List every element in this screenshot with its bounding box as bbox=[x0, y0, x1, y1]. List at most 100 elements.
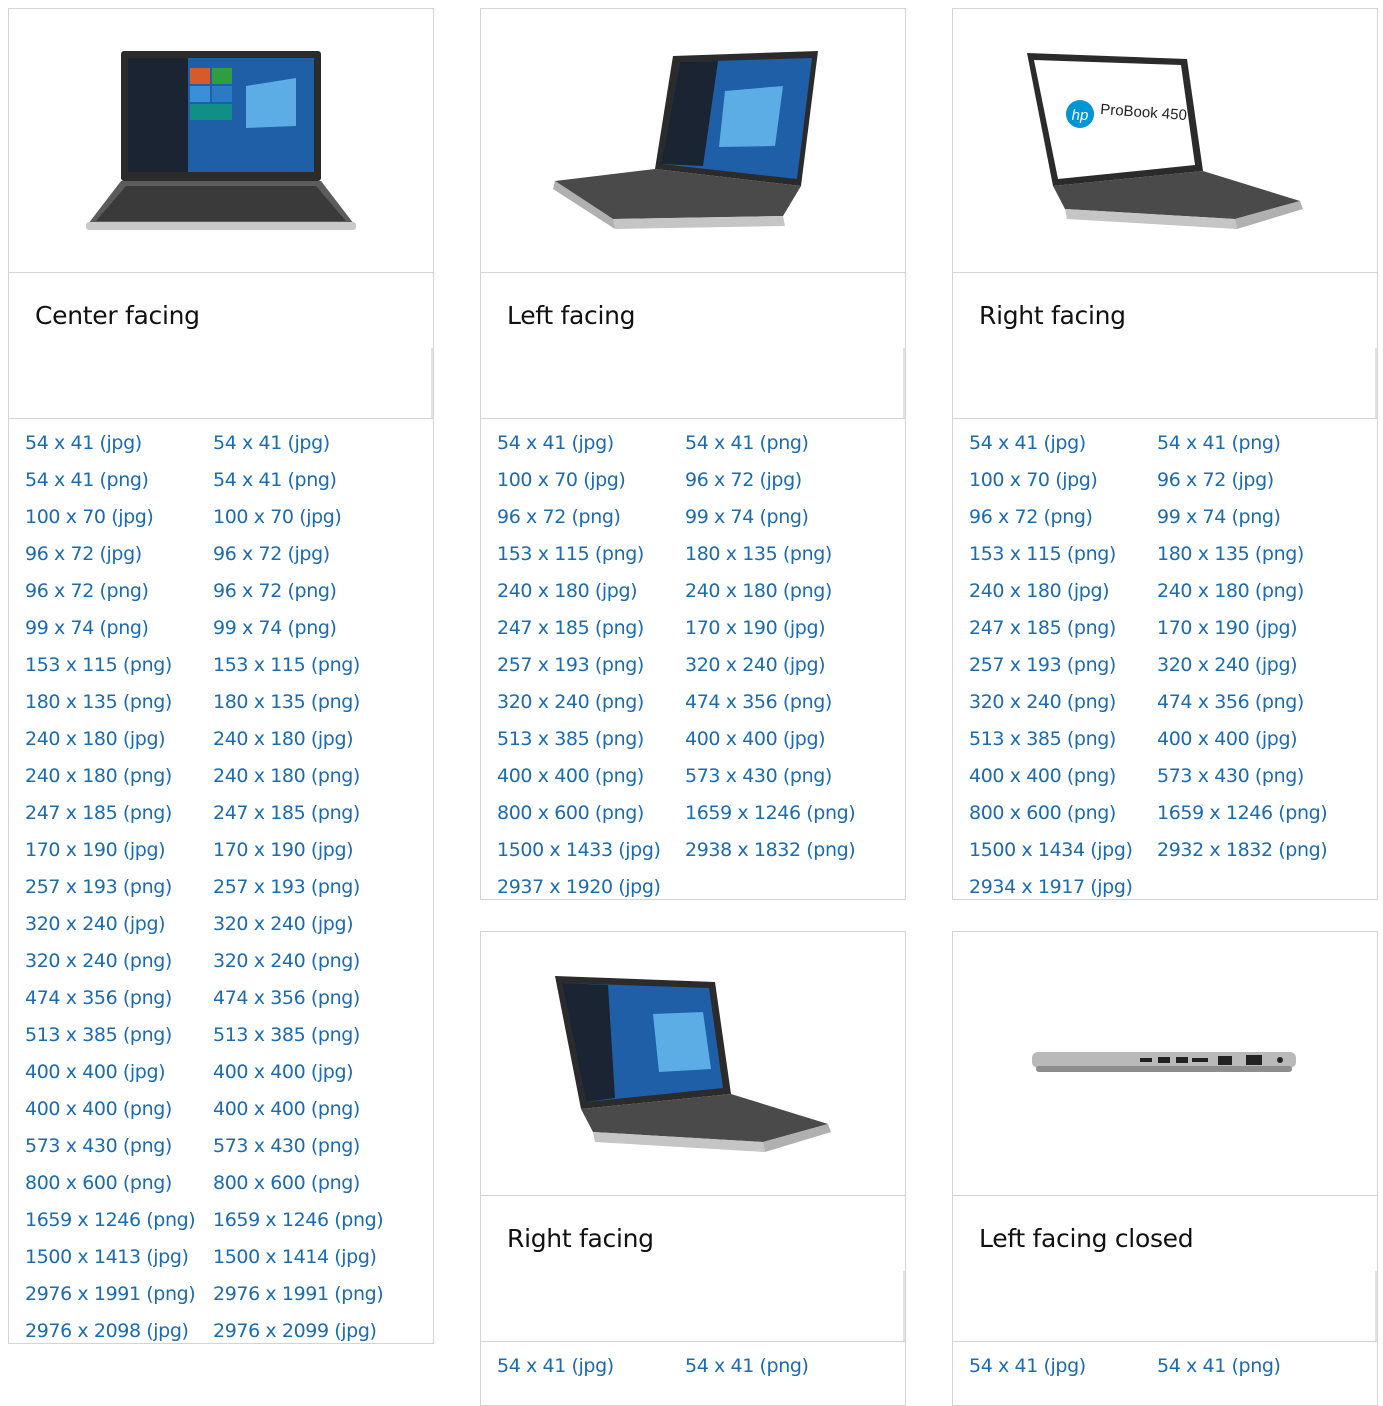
download-link[interactable]: 54 x 41 (png) bbox=[685, 1348, 873, 1385]
download-link[interactable]: 1500 x 1433 (jpg) bbox=[497, 832, 685, 869]
download-link[interactable]: 573 x 430 (png) bbox=[1157, 758, 1345, 795]
download-link[interactable]: 1659 x 1246 (png) bbox=[25, 1202, 213, 1239]
download-link[interactable]: 170 x 190 (jpg) bbox=[1157, 610, 1345, 647]
download-link[interactable]: 320 x 240 (png) bbox=[213, 943, 401, 980]
download-link[interactable]: 54 x 41 (jpg) bbox=[497, 425, 685, 462]
download-link[interactable]: 513 x 385 (png) bbox=[25, 1017, 213, 1054]
download-link[interactable]: 2976 x 1991 (png) bbox=[25, 1276, 213, 1313]
download-link[interactable]: 573 x 430 (png) bbox=[213, 1128, 401, 1165]
download-link[interactable]: 240 x 180 (jpg) bbox=[969, 573, 1157, 610]
download-link[interactable]: 400 x 400 (png) bbox=[497, 758, 685, 795]
download-link[interactable]: 247 x 185 (png) bbox=[969, 610, 1157, 647]
download-link[interactable]: 240 x 180 (jpg) bbox=[497, 573, 685, 610]
download-link[interactable]: 320 x 240 (png) bbox=[25, 943, 213, 980]
download-link[interactable]: 180 x 135 (png) bbox=[685, 536, 873, 573]
download-link[interactable]: 99 x 74 (png) bbox=[213, 610, 401, 647]
download-link[interactable]: 513 x 385 (png) bbox=[497, 721, 685, 758]
download-link[interactable]: 153 x 115 (png) bbox=[497, 536, 685, 573]
download-link[interactable]: 257 x 193 (png) bbox=[497, 647, 685, 684]
download-link[interactable]: 99 x 74 (png) bbox=[25, 610, 213, 647]
download-link[interactable]: 247 x 185 (png) bbox=[213, 795, 401, 832]
download-link[interactable]: 474 x 356 (png) bbox=[213, 980, 401, 1017]
download-link[interactable]: 2976 x 2099 (jpg) bbox=[213, 1313, 401, 1343]
download-link[interactable]: 320 x 240 (jpg) bbox=[685, 647, 873, 684]
download-link[interactable]: 513 x 385 (png) bbox=[213, 1017, 401, 1054]
download-link[interactable]: 54 x 41 (png) bbox=[1157, 1348, 1345, 1385]
download-link[interactable]: 800 x 600 (png) bbox=[213, 1165, 401, 1202]
download-link[interactable]: 54 x 41 (png) bbox=[213, 462, 401, 499]
download-link[interactable]: 153 x 115 (png) bbox=[213, 647, 401, 684]
product-image[interactable] bbox=[9, 9, 433, 273]
download-link[interactable]: 99 x 74 (png) bbox=[685, 499, 873, 536]
download-link[interactable]: 54 x 41 (jpg) bbox=[969, 1348, 1157, 1385]
download-link[interactable]: 100 x 70 (jpg) bbox=[969, 462, 1157, 499]
download-link[interactable]: 400 x 400 (jpg) bbox=[25, 1054, 213, 1091]
product-image[interactable] bbox=[481, 9, 905, 273]
download-link[interactable]: 54 x 41 (jpg) bbox=[213, 425, 401, 462]
download-link[interactable]: 800 x 600 (png) bbox=[25, 1165, 213, 1202]
download-link[interactable]: 1500 x 1413 (jpg) bbox=[25, 1239, 213, 1276]
download-link[interactable]: 474 x 356 (png) bbox=[685, 684, 873, 721]
download-link[interactable]: 100 x 70 (jpg) bbox=[213, 499, 401, 536]
download-link[interactable]: 400 x 400 (jpg) bbox=[685, 721, 873, 758]
download-link[interactable]: 1500 x 1414 (jpg) bbox=[213, 1239, 401, 1276]
download-link[interactable]: 400 x 400 (jpg) bbox=[213, 1054, 401, 1091]
download-link[interactable]: 2934 x 1917 (jpg) bbox=[969, 869, 1157, 899]
download-link[interactable]: 513 x 385 (png) bbox=[969, 721, 1157, 758]
download-link[interactable]: 96 x 72 (jpg) bbox=[1157, 462, 1345, 499]
download-link[interactable]: 170 x 190 (jpg) bbox=[685, 610, 873, 647]
download-link[interactable]: 96 x 72 (jpg) bbox=[25, 536, 213, 573]
download-link[interactable]: 96 x 72 (png) bbox=[25, 573, 213, 610]
download-link[interactable]: 100 x 70 (jpg) bbox=[497, 462, 685, 499]
download-link[interactable]: 1659 x 1246 (png) bbox=[685, 795, 873, 832]
download-link[interactable]: 257 x 193 (png) bbox=[213, 869, 401, 906]
download-link[interactable]: 96 x 72 (png) bbox=[969, 499, 1157, 536]
download-link[interactable]: 320 x 240 (jpg) bbox=[1157, 647, 1345, 684]
download-link[interactable]: 96 x 72 (png) bbox=[497, 499, 685, 536]
download-link[interactable]: 170 x 190 (jpg) bbox=[25, 832, 213, 869]
download-link[interactable]: 54 x 41 (jpg) bbox=[25, 425, 213, 462]
download-link[interactable]: 800 x 600 (png) bbox=[969, 795, 1157, 832]
download-link[interactable]: 240 x 180 (png) bbox=[1157, 573, 1345, 610]
download-link[interactable]: 320 x 240 (jpg) bbox=[213, 906, 401, 943]
download-link[interactable]: 247 x 185 (png) bbox=[25, 795, 213, 832]
download-link[interactable]: 96 x 72 (jpg) bbox=[685, 462, 873, 499]
download-link[interactable]: 320 x 240 (png) bbox=[969, 684, 1157, 721]
download-link[interactable]: 54 x 41 (png) bbox=[1157, 425, 1345, 462]
download-link[interactable]: 474 x 356 (png) bbox=[25, 980, 213, 1017]
download-link[interactable]: 153 x 115 (png) bbox=[25, 647, 213, 684]
download-link[interactable]: 320 x 240 (png) bbox=[497, 684, 685, 721]
download-link[interactable]: 99 x 74 (png) bbox=[1157, 499, 1345, 536]
download-link[interactable]: 573 x 430 (png) bbox=[685, 758, 873, 795]
download-link[interactable]: 240 x 180 (jpg) bbox=[213, 721, 401, 758]
download-link[interactable]: 1659 x 1246 (png) bbox=[213, 1202, 401, 1239]
download-link[interactable]: 180 x 135 (png) bbox=[1157, 536, 1345, 573]
download-link[interactable]: 1500 x 1434 (jpg) bbox=[969, 832, 1157, 869]
download-link[interactable]: 800 x 600 (png) bbox=[497, 795, 685, 832]
download-link[interactable]: 96 x 72 (jpg) bbox=[213, 536, 401, 573]
download-link[interactable]: 2932 x 1832 (png) bbox=[1157, 832, 1345, 869]
download-link[interactable]: 2976 x 2098 (jpg) bbox=[25, 1313, 213, 1343]
download-link[interactable]: 247 x 185 (png) bbox=[497, 610, 685, 647]
download-link[interactable]: 257 x 193 (png) bbox=[25, 869, 213, 906]
download-link[interactable]: 96 x 72 (png) bbox=[213, 573, 401, 610]
download-link[interactable]: 240 x 180 (png) bbox=[213, 758, 401, 795]
download-link[interactable]: 2937 x 1920 (jpg) bbox=[497, 869, 685, 899]
download-link[interactable]: 257 x 193 (png) bbox=[969, 647, 1157, 684]
download-link[interactable]: 400 x 400 (png) bbox=[969, 758, 1157, 795]
download-link[interactable]: 54 x 41 (png) bbox=[25, 462, 213, 499]
download-link[interactable]: 1659 x 1246 (png) bbox=[1157, 795, 1345, 832]
download-link[interactable]: 573 x 430 (png) bbox=[25, 1128, 213, 1165]
download-link[interactable]: 153 x 115 (png) bbox=[969, 536, 1157, 573]
download-link[interactable]: 474 x 356 (png) bbox=[1157, 684, 1345, 721]
download-link[interactable]: 54 x 41 (jpg) bbox=[969, 425, 1157, 462]
download-link[interactable]: 54 x 41 (png) bbox=[685, 425, 873, 462]
download-link[interactable]: 180 x 135 (png) bbox=[25, 684, 213, 721]
product-image[interactable] bbox=[481, 932, 905, 1196]
download-link[interactable]: 240 x 180 (jpg) bbox=[25, 721, 213, 758]
download-link[interactable]: 2938 x 1832 (png) bbox=[685, 832, 873, 869]
download-link[interactable]: 400 x 400 (jpg) bbox=[1157, 721, 1345, 758]
download-link[interactable]: 240 x 180 (png) bbox=[685, 573, 873, 610]
product-image[interactable] bbox=[953, 932, 1377, 1196]
product-image[interactable]: hp ProBook 450 bbox=[953, 9, 1377, 273]
